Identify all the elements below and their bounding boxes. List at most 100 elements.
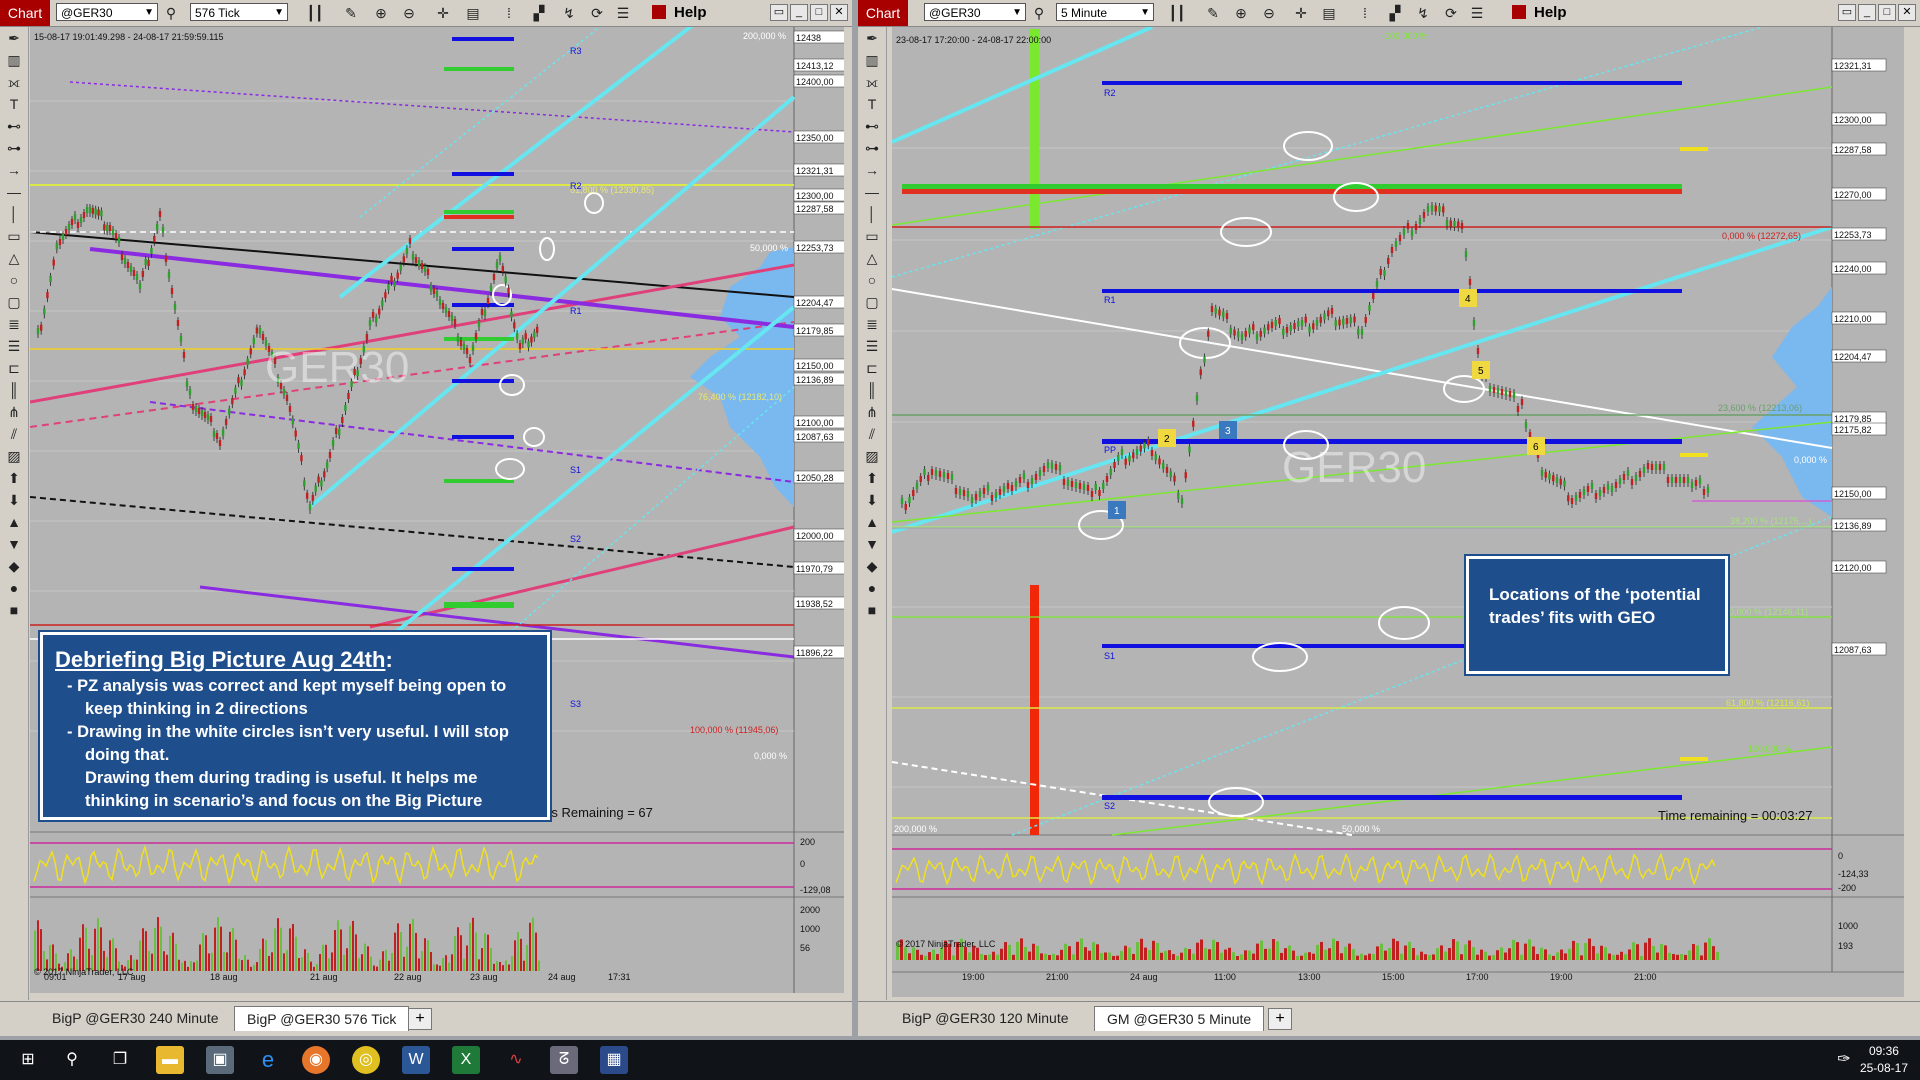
restore-icon[interactable]: ▭	[770, 4, 788, 21]
regression-icon[interactable]: ▨	[858, 445, 886, 467]
strategies-icon[interactable]: ▞	[530, 4, 548, 22]
indicators-icon[interactable]: ⁞	[1356, 4, 1374, 22]
add-tab-button[interactable]: +	[408, 1008, 432, 1030]
fib-icon[interactable]: ≣	[0, 313, 28, 335]
app-icon[interactable]: ∿	[502, 1046, 530, 1074]
arrow-up-icon[interactable]: ⬆	[0, 467, 28, 489]
zoom-out-icon[interactable]: ⊖	[400, 4, 418, 22]
crosshair-icon[interactable]: ✛	[434, 4, 452, 22]
pen-icon[interactable]: ✒	[0, 27, 28, 49]
minimize-icon[interactable]: _	[1858, 4, 1876, 21]
line-icon[interactable]: ⊷	[858, 115, 886, 137]
left-price-chart[interactable]: 15-08-17 19:01:49.298 - 24-08-17 21:59:5…	[30, 27, 844, 993]
ray-icon[interactable]: ⊶	[0, 137, 28, 159]
fib-time-icon[interactable]: ⊏	[0, 357, 28, 379]
horizontal-line-icon[interactable]: —	[0, 181, 28, 203]
gann-icon[interactable]: ⫽	[0, 423, 28, 445]
vertical-line-icon[interactable]: │	[858, 203, 886, 225]
strategies-icon[interactable]: ▞	[1386, 4, 1404, 22]
excel-icon[interactable]: X	[452, 1046, 480, 1074]
search-icon[interactable]: ⚲	[58, 1046, 86, 1074]
tab-576-tick[interactable]: BigP @GER30 576 Tick	[234, 1006, 410, 1031]
regression-icon[interactable]: ▨	[0, 445, 28, 467]
vertical-line-icon[interactable]: │	[0, 203, 28, 225]
gann-icon[interactable]: ⫽	[858, 423, 886, 445]
dot-icon[interactable]: ●	[858, 577, 886, 599]
pitchfork-icon[interactable]: ⋔	[858, 401, 886, 423]
list-icon[interactable]: ☰	[614, 4, 632, 22]
zoom-in-icon[interactable]: ⊕	[372, 4, 390, 22]
instrument-select[interactable]: @GER30 ▼	[924, 3, 1026, 21]
diamond-icon[interactable]: ◆	[858, 555, 886, 577]
system-clock[interactable]: 09:36 25-08-17	[1860, 1043, 1908, 1077]
pencil-icon[interactable]: ✎	[342, 4, 360, 22]
rectangle-icon[interactable]: ▭	[0, 225, 28, 247]
maximize-icon[interactable]: □	[810, 4, 828, 21]
diamond-icon[interactable]: ◆	[0, 555, 28, 577]
edge-icon[interactable]: e	[254, 1046, 282, 1074]
bar-type-icon[interactable]: ┃┃	[1168, 4, 1186, 22]
ellipse-icon[interactable]: ○	[0, 269, 28, 291]
news-icon[interactable]: ▦	[600, 1046, 628, 1074]
fib-time-icon[interactable]: ⊏	[858, 357, 886, 379]
restore-icon[interactable]: ▭	[1838, 4, 1856, 21]
line-icon[interactable]: ⊷	[0, 115, 28, 137]
store-icon[interactable]: ▣	[206, 1046, 234, 1074]
task-view-icon[interactable]: ❐	[106, 1046, 134, 1074]
interval-select[interactable]: 576 Tick ▼	[190, 3, 288, 21]
arrow-line-icon[interactable]: →	[858, 159, 886, 181]
right-chart-canvas[interactable]: 1 2 3 4 5 6 23-08-17 17:20:00 - 24-08-17…	[892, 27, 1904, 997]
reload-icon[interactable]: ⟳	[1442, 4, 1460, 22]
bar-type-icon[interactable]: ┃┃	[306, 4, 324, 22]
help-button[interactable]: Help	[652, 4, 707, 22]
horizontal-line-icon[interactable]: —	[858, 181, 886, 203]
chart-menu-button[interactable]: Chart	[0, 0, 50, 26]
ruler-icon[interactable]: ▥	[858, 49, 886, 71]
triangle-up-icon[interactable]: ▲	[0, 511, 28, 533]
fib-ext-icon[interactable]: ☰	[858, 335, 886, 357]
chrome-icon[interactable]: ◎	[352, 1046, 380, 1074]
zoom-in-icon[interactable]: ⊕	[1232, 4, 1250, 22]
indicators-icon[interactable]: ⁞	[500, 4, 518, 22]
search-icon[interactable]: ⚲	[1030, 4, 1048, 22]
right-price-chart[interactable]: 1 2 3 4 5 6 23-08-17 17:20:00 - 24-08-17…	[892, 27, 1904, 997]
search-icon[interactable]: ⚲	[162, 4, 180, 22]
left-chart-canvas[interactable]: 15-08-17 19:01:49.298 - 24-08-17 21:59:5…	[30, 27, 844, 993]
maximize-icon[interactable]: □	[1878, 4, 1896, 21]
close-icon[interactable]: ✕	[1898, 4, 1916, 21]
triangle-icon[interactable]: △	[858, 247, 886, 269]
crosshair-icon[interactable]: ✛	[1292, 4, 1310, 22]
interval-select[interactable]: 5 Minute ▼	[1056, 3, 1154, 21]
word-icon[interactable]: W	[402, 1046, 430, 1074]
ray-icon[interactable]: ⊶	[858, 137, 886, 159]
help-button[interactable]: Help	[1512, 4, 1567, 22]
pen-icon[interactable]: ✒	[858, 27, 886, 49]
triangle-down-icon[interactable]: ▼	[0, 533, 28, 555]
arrow-down-icon[interactable]: ⬇	[858, 489, 886, 511]
risk-reward-icon[interactable]: ⟗	[0, 71, 28, 93]
tab-5-minute[interactable]: GM @GER30 5 Minute	[1094, 1006, 1265, 1031]
reload-icon[interactable]: ⟳	[588, 4, 606, 22]
triangle-down-icon[interactable]: ▼	[858, 533, 886, 555]
text-icon[interactable]: T	[0, 93, 28, 115]
ninjatrader-icon[interactable]: ᘔ	[550, 1046, 578, 1074]
close-icon[interactable]: ✕	[830, 4, 848, 21]
triangle-up-icon[interactable]: ▲	[858, 511, 886, 533]
fib-circle-icon[interactable]: ║	[858, 379, 886, 401]
pen-tray-icon[interactable]: ✑	[1830, 1046, 1858, 1074]
file-explorer-icon[interactable]: ▬	[156, 1046, 184, 1074]
region-icon[interactable]: ▢	[0, 291, 28, 313]
instrument-select[interactable]: @GER30 ▼	[56, 3, 158, 21]
dot-icon[interactable]: ●	[0, 577, 28, 599]
arrow-line-icon[interactable]: →	[0, 159, 28, 181]
chart-trader-icon[interactable]: ↯	[560, 4, 578, 22]
start-icon[interactable]: ⊞	[14, 1046, 42, 1074]
tab-240-minute[interactable]: BigP @GER30 240 Minute	[40, 1006, 231, 1030]
fib-circle-icon[interactable]: ║	[0, 379, 28, 401]
arrow-down-icon[interactable]: ⬇	[0, 489, 28, 511]
triangle-icon[interactable]: △	[0, 247, 28, 269]
firefox-icon[interactable]: ◉	[302, 1046, 330, 1074]
text-icon[interactable]: T	[858, 93, 886, 115]
zoom-out-icon[interactable]: ⊖	[1260, 4, 1278, 22]
risk-reward-icon[interactable]: ⟗	[858, 71, 886, 93]
